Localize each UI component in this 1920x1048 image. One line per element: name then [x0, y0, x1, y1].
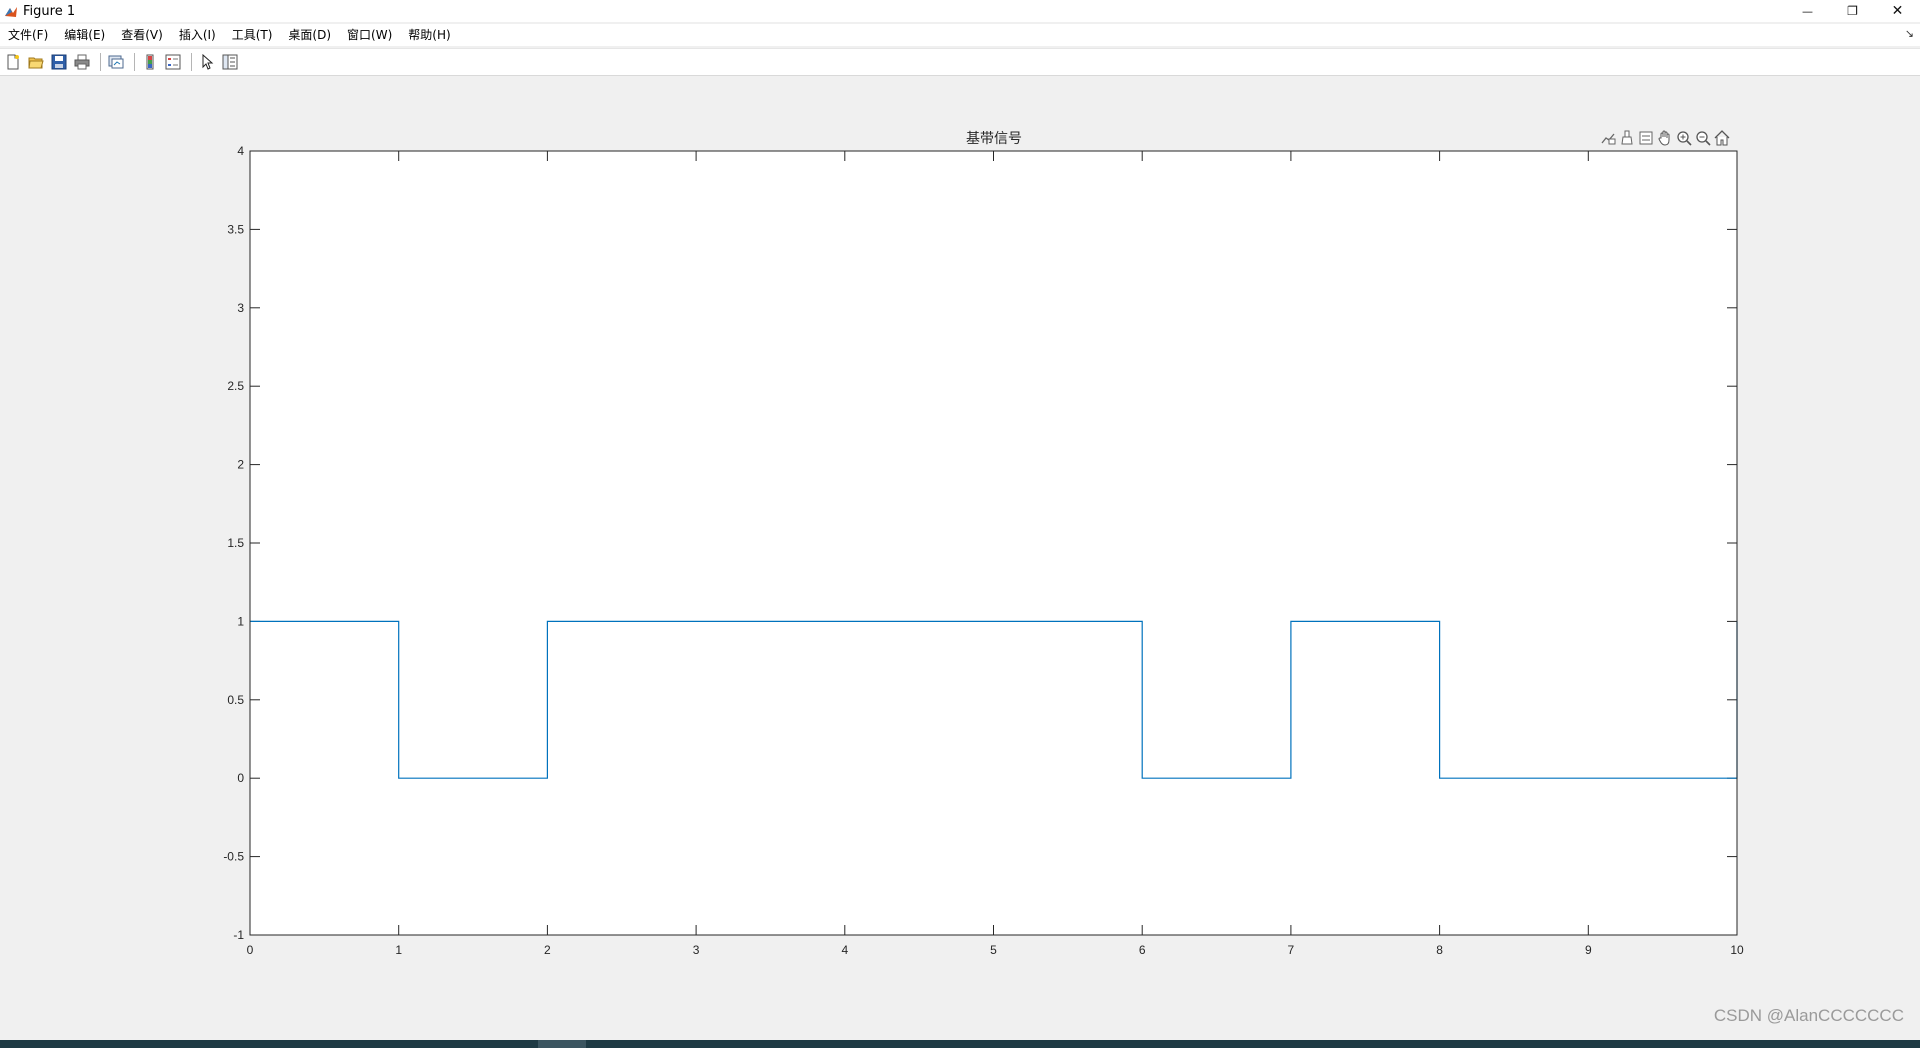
- title-bar: Figure 1 — ❐ ✕: [0, 0, 1920, 22]
- y-tick-label: 2: [237, 458, 244, 472]
- x-tick-label: 2: [544, 943, 551, 957]
- pan-hand-icon: [1657, 130, 1669, 146]
- menu-insert[interactable]: 插入(I): [171, 24, 224, 46]
- home-button[interactable]: [1712, 129, 1731, 147]
- new-figure-button[interactable]: [3, 52, 23, 72]
- menu-desktop[interactable]: 桌面(D): [280, 24, 339, 46]
- taskbar: [0, 1040, 1920, 1048]
- taskbar-active-item[interactable]: [538, 1040, 586, 1048]
- plot-axes[interactable]: 基带信号 0 1 2 3 4 5 6 7 8 9 10 -1 -0.5 0 0.5 1 1.5 2 2.5 3 3.5 4: [0, 77, 1920, 1040]
- matlab-logo-icon: [4, 4, 18, 18]
- open-file-button[interactable]: [26, 52, 46, 72]
- brush-icon: [1620, 130, 1633, 145]
- save-button[interactable]: [49, 52, 69, 72]
- x-tick-label: 7: [1288, 943, 1295, 957]
- link-plot-icon: [108, 55, 124, 69]
- new-figure-icon: [7, 54, 19, 70]
- axes-toolbar: [1598, 129, 1731, 147]
- x-tick-label: 3: [693, 943, 700, 957]
- menu-window[interactable]: 窗口(W): [339, 24, 400, 46]
- zoom-in-button[interactable]: [1674, 129, 1693, 147]
- home-icon: [1714, 130, 1729, 146]
- y-tick-label: 0.5: [227, 693, 244, 707]
- legend-button[interactable]: [163, 52, 183, 72]
- menu-view[interactable]: 查看(V): [113, 24, 171, 46]
- y-tick-label: 1.5: [227, 536, 244, 550]
- figure-canvas: 基带信号 0 1 2 3 4 5 6 7 8 9 10 -1 -0.5 0 0.5 1 1.5 2 2.5 3 3.5 4: [0, 77, 1920, 1040]
- close-button[interactable]: ✕: [1875, 0, 1920, 22]
- window-controls: — ❐ ✕: [1785, 0, 1920, 22]
- y-tick-label: 1: [237, 614, 244, 628]
- save-icon: [51, 54, 67, 70]
- x-tick-label: 4: [841, 943, 848, 957]
- y-tick-label: 4: [237, 144, 244, 158]
- chart-title: 基带信号: [966, 130, 1022, 147]
- x-tick-label: 8: [1436, 943, 1443, 957]
- data-tips-icon: [1600, 133, 1615, 145]
- restore-view-icon: [1639, 131, 1652, 145]
- link-plot-button[interactable]: [106, 52, 126, 72]
- data-tips-button[interactable]: [1598, 129, 1617, 147]
- axes-background: [250, 151, 1737, 935]
- restore-view-button[interactable]: [1636, 129, 1655, 147]
- watermark: CSDN @AlanCCCCCCC: [1713, 1006, 1904, 1025]
- x-tick-label: 0: [247, 943, 254, 957]
- brush-button[interactable]: [1617, 129, 1636, 147]
- open-file-icon: [28, 57, 44, 69]
- x-tick-label: 5: [990, 943, 997, 957]
- menu-tools[interactable]: 工具(T): [224, 24, 281, 46]
- edit-plot-arrow-icon: [202, 54, 214, 70]
- y-tick-label: -1: [233, 928, 244, 942]
- y-tick-label: 0: [237, 771, 244, 785]
- colorbar-icon: [146, 54, 154, 70]
- colorbar-button[interactable]: [140, 52, 160, 72]
- edit-plot-button[interactable]: [197, 52, 217, 72]
- x-tick-label: 1: [395, 943, 402, 957]
- close-icon: ✕: [1891, 3, 1904, 19]
- y-tick-label: 2.5: [227, 379, 244, 393]
- y-tick-label: 3.5: [227, 222, 244, 236]
- x-tick-label: 6: [1139, 943, 1146, 957]
- zoom-out-icon: [1695, 131, 1711, 146]
- toolbar-separator: [134, 53, 135, 71]
- property-inspector-icon: [222, 54, 238, 70]
- legend-icon: [165, 54, 181, 70]
- print-button[interactable]: [72, 52, 92, 72]
- property-inspector-button[interactable]: [220, 52, 240, 72]
- matlab-figure-window: Figure 1 — ❐ ✕ 文件(F) 编辑(E) 查看(V) 插入(I) 工…: [0, 0, 1920, 1048]
- dock-arrow-icon[interactable]: ↘: [1905, 27, 1914, 40]
- toolbar-separator: [191, 53, 192, 71]
- menu-edit[interactable]: 编辑(E): [56, 24, 113, 46]
- y-tick-label: -0.5: [223, 850, 244, 864]
- toolbar-separator: [100, 53, 101, 71]
- restore-button[interactable]: ❐: [1830, 0, 1875, 22]
- window-title: Figure 1: [23, 3, 76, 19]
- minimize-button[interactable]: —: [1785, 0, 1830, 22]
- zoom-out-button[interactable]: [1693, 129, 1712, 147]
- zoom-in-icon: [1676, 131, 1692, 146]
- x-tick-label: 9: [1585, 943, 1592, 957]
- x-tick-label: 10: [1730, 943, 1744, 957]
- print-icon: [74, 54, 90, 70]
- y-tick-label: 3: [237, 301, 244, 315]
- menu-help[interactable]: 帮助(H): [400, 24, 458, 46]
- pan-button[interactable]: [1655, 129, 1674, 147]
- minimize-icon: —: [1802, 4, 1813, 18]
- menu-bar: 文件(F) 编辑(E) 查看(V) 插入(I) 工具(T) 桌面(D) 窗口(W…: [0, 24, 1920, 46]
- restore-icon: ❐: [1847, 4, 1858, 18]
- figure-toolbar: [0, 48, 1920, 76]
- menu-file[interactable]: 文件(F): [0, 24, 56, 46]
